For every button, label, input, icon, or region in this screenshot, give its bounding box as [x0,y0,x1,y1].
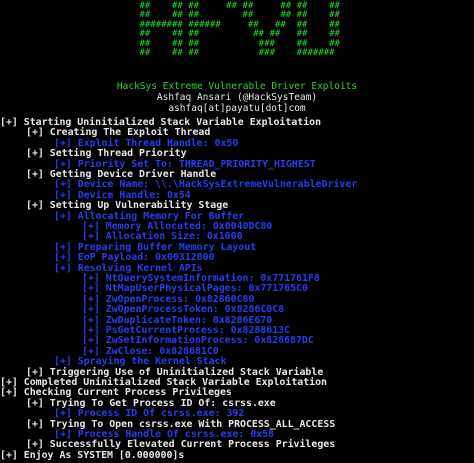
credit-author: Ashfaq Ansari (@HackSysTeam) [156,92,318,103]
log-line: [+] Enjoy As SYSTEM [0.000000]s [0,449,185,461]
hevd-ascii-banner: ## ## ## ## ## # # # # # # ## ## ## ## ## ## ## … [0,0,474,68]
banner-art: ## ## ## ## ## # # # # # # ## ## ## ## ## ## ## … [139,0,340,58]
credit-email: ashfaq[at]payatu[dot]com [168,103,306,114]
console-window[interactable]: ## ## ## ## ## # # # # # # ## ## ## ## ## ## ## … [0,0,474,463]
credit-title: HackSys Extreme Vulnerable Driver Exploi… [116,81,358,92]
